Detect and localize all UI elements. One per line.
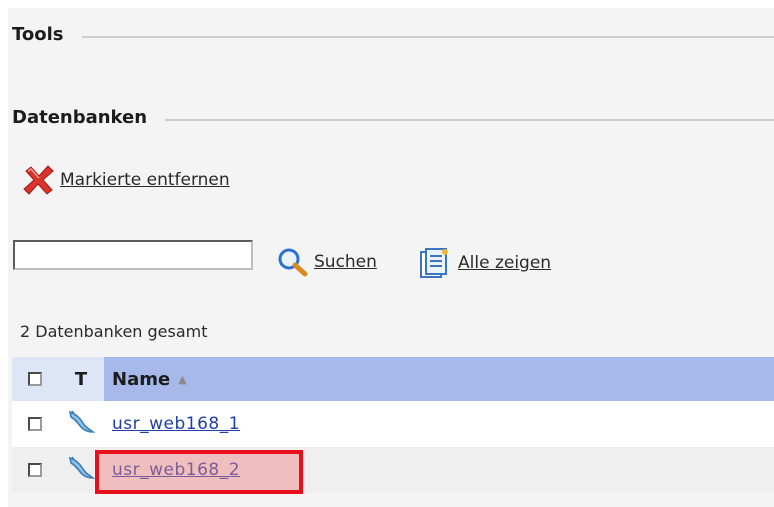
database-name-link[interactable]: usr_web168_1 bbox=[112, 414, 240, 434]
row-name-cell: usr_web168_1 bbox=[104, 401, 774, 447]
type-column-header[interactable]: T bbox=[58, 357, 104, 401]
show-all-label: Alle zeigen bbox=[458, 253, 552, 273]
row-checkbox[interactable] bbox=[28, 463, 42, 477]
row-check-cell bbox=[12, 447, 58, 493]
row-type-cell bbox=[58, 401, 104, 447]
sort-ascending-icon: ▲ bbox=[178, 372, 187, 386]
mysql-dolphin-icon bbox=[66, 454, 96, 486]
name-header-label: Name bbox=[112, 368, 171, 390]
databases-title: Datenbanken bbox=[12, 107, 148, 128]
magnifier-icon bbox=[276, 247, 310, 277]
remove-selected-label: Markierte entfernen bbox=[60, 170, 230, 190]
show-all-button[interactable]: Alle zeigen bbox=[418, 247, 551, 279]
search-label: Suchen bbox=[314, 252, 377, 272]
table-header: T Name ▲ bbox=[12, 357, 774, 401]
type-header-label: T bbox=[74, 368, 88, 390]
name-column-header[interactable]: Name ▲ bbox=[104, 357, 774, 401]
databases-divider bbox=[165, 118, 774, 121]
databases-section-header: Datenbanken bbox=[12, 107, 774, 128]
select-all-cell bbox=[12, 357, 58, 401]
search-input[interactable] bbox=[13, 240, 253, 270]
database-count: 2 Datenbanken gesamt bbox=[20, 322, 208, 341]
row-checkbox[interactable] bbox=[28, 417, 42, 431]
tools-divider bbox=[81, 35, 774, 38]
table-row: usr_web168_1 bbox=[12, 401, 774, 447]
mysql-dolphin-icon bbox=[66, 408, 96, 440]
row-check-cell bbox=[12, 401, 58, 447]
search-button[interactable]: Suchen bbox=[276, 247, 377, 277]
highlight-box bbox=[95, 450, 303, 494]
tools-title: Tools bbox=[12, 24, 64, 45]
select-all-checkbox[interactable] bbox=[28, 372, 42, 386]
document-list-icon bbox=[418, 247, 452, 279]
tools-section-header: Tools bbox=[12, 24, 774, 45]
delete-x-icon bbox=[22, 163, 56, 197]
remove-selected-button[interactable]: Markierte entfernen bbox=[22, 163, 230, 197]
